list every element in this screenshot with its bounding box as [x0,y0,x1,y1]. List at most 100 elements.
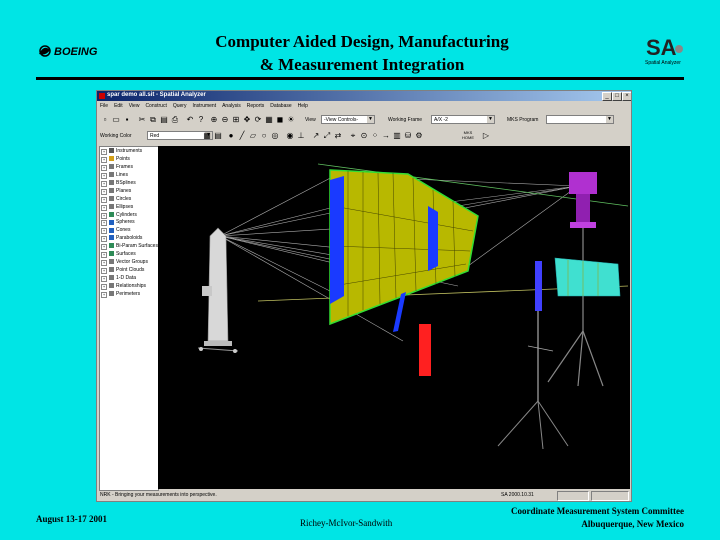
table-icon[interactable]: ▦ [202,131,212,141]
undo-icon[interactable]: ↶ [185,115,195,125]
cylinder-icon[interactable]: ◎ [270,131,280,141]
zoom-fit-icon[interactable]: ⊞ [231,115,241,125]
tree-item-planes[interactable]: + Planes [100,187,158,195]
tree-item-label: Lines [116,171,128,178]
menu-view[interactable]: View [126,102,143,109]
menu-file[interactable]: File [97,102,111,109]
pan-icon[interactable]: ✥ [242,115,252,125]
copy-icon[interactable]: ⧉ [148,115,158,125]
instrument-icon [109,148,114,154]
footer-authors: Richey-McIvor-Sandwith [300,518,393,528]
tree-item-ellipses[interactable]: + Ellipses [100,203,158,211]
circle-icon [109,195,114,201]
tree-item-cones[interactable]: + Cones [100,226,158,235]
tree-item-1d-data[interactable]: +1-D Data [100,274,158,282]
tree-item-vector-groups[interactable]: + Vector Groups [100,258,158,267]
tree-item-relationships[interactable]: + Relationships [100,282,158,290]
point-icon[interactable]: ● [226,131,236,141]
line-icon[interactable]: ╱ [237,131,247,141]
target-icon[interactable]: ⊙ [359,131,369,141]
tree-item-label: Relationships [116,282,147,289]
menu-analysis[interactable]: Analysis [219,102,244,109]
tree-item-lines[interactable]: + Lines [100,171,158,179]
rotate-icon[interactable]: ⟳ [253,115,263,125]
measure-icon[interactable]: ↗ [311,131,321,141]
menu-edit[interactable]: Edit [111,102,126,109]
tree-item-surfaces[interactable]: + Surfaces [100,250,158,259]
zoom-in-icon[interactable]: ⊕ [209,115,219,125]
menu-help[interactable]: Help [295,102,311,109]
tree-item-perimeters[interactable]: + Perimeters [100,290,158,298]
shaded-icon[interactable]: ◼ [275,115,285,125]
tree-item-points[interactable]: + Points [100,155,158,163]
tree-item-label: Bi-Param Surfaces [116,243,158,250]
lighting-icon[interactable]: ☀ [286,115,296,125]
menu-query[interactable]: Query [170,102,190,109]
cut-icon[interactable]: ✂ [137,115,147,125]
close-button[interactable]: × [622,92,631,101]
transform-icon[interactable]: ⇄ [333,131,343,141]
tree-item-label: Perimeters [116,290,141,297]
menu-reports[interactable]: Reports [244,102,268,109]
plane-icon [109,187,114,193]
tree-item-spheres[interactable]: + Spheres [100,218,158,227]
relationship-icon [109,283,114,289]
tree-item-bsplines[interactable]: + BSplines [100,179,158,187]
view-controls-select[interactable]: -View Controls- ▼ [321,115,375,124]
run-icon[interactable]: ▷ [481,131,491,141]
tree-item-frames[interactable]: + Frames [100,163,158,171]
settings-icon[interactable]: ⚙ [414,131,424,141]
cylinder-icon [109,211,114,217]
open-folder-icon[interactable]: ▭ [111,115,121,125]
tree-item-bi-param-surfaces[interactable]: + Bi-Param Surfaces [100,242,158,251]
tree-item-point-clouds[interactable]: + Point Clouds [100,266,158,275]
tree-item-label: Ellipses [116,203,134,210]
view-label: View [305,117,316,123]
wireframe-icon[interactable]: ▦ [264,115,274,125]
maximize-button[interactable]: □ [612,92,622,101]
menu-construct[interactable]: Construct [142,102,169,109]
bspline-icon [109,179,114,185]
bestfit-icon[interactable]: ⤢ [322,131,332,141]
minimize-button[interactable]: _ [602,92,612,101]
tree-item-instruments[interactable]: + Instruments [100,147,158,155]
grid-icon[interactable]: ▤ [213,131,223,141]
right-tripod [547,228,604,387]
tree-item-label: Spheres [116,219,135,226]
ellipse-icon [109,203,114,209]
cloud-icon[interactable]: ⁘ [370,131,380,141]
circle-icon[interactable]: ○ [259,131,269,141]
tree-item-paraboloids[interactable]: + Paraboloids [100,234,158,243]
menu-database[interactable]: Database [267,102,294,109]
zoom-out-icon[interactable]: ⊖ [220,115,230,125]
tree-item-label: Vector Groups [116,259,148,266]
expand-icon[interactable]: + [101,291,107,298]
working-frame-select[interactable]: A/X -2 ▼ [431,115,495,124]
blue-panel-small [428,206,438,271]
print-icon[interactable]: ⎙ [170,115,180,125]
3d-viewport[interactable] [158,146,630,489]
help-icon[interactable]: ? [196,115,206,125]
tree-item-label: Instruments [116,148,143,154]
tree-item-circles[interactable]: + Circles [100,195,158,203]
sphere-icon[interactable]: ◉ [285,131,295,141]
report-icon[interactable]: ▥ [392,131,402,141]
working-frame-value: A/X -2 [434,117,448,123]
database-icon[interactable]: ⛁ [403,131,413,141]
paste-icon[interactable]: ▤ [159,115,169,125]
plane-icon[interactable]: ▱ [248,131,258,141]
save-icon[interactable]: ▪ [122,115,132,125]
mks-home-button[interactable]: MKS HOME [459,130,477,142]
new-file-icon[interactable]: ▫ [100,115,110,125]
tree-item-label: Points [116,155,130,162]
tree-item-cylinders[interactable]: + Cylinders [100,211,158,219]
working-color-label: Working Color [100,133,132,139]
menu-instrument[interactable]: Instrument [189,102,219,109]
chevron-down-icon: ▼ [606,116,613,123]
vector-icon[interactable]: → [381,131,391,141]
slide-title-line2: & Measurement Integration [259,55,465,74]
window-titlebar[interactable]: spar demo all.sit - Spatial Analyzer _ □… [97,91,631,101]
instrument-icon[interactable]: ⌖ [348,131,358,141]
frame-icon[interactable]: ⊥ [296,131,306,141]
mks-program-select[interactable]: ▼ [546,115,614,124]
